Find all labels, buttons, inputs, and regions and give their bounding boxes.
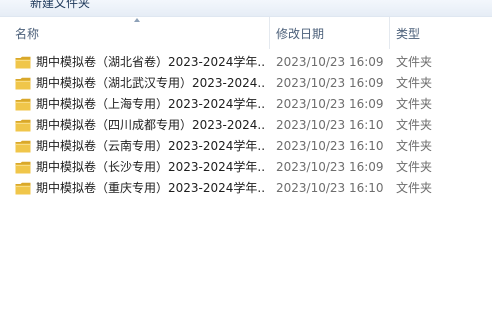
file-type: 文件夹 (396, 97, 433, 111)
file-name: 期中模拟卷（湖北省卷）2023-2024学年... (36, 55, 266, 69)
column-divider[interactable] (269, 17, 270, 49)
file-list: 期中模拟卷（湖北省卷）2023-2024学年... 2023/10/23 16:… (0, 52, 492, 199)
file-name: 期中模拟卷（重庆专用）2023-2024学年... (36, 181, 266, 195)
file-date: 2023/10/23 16:09 (276, 76, 384, 90)
sort-ascending-icon (134, 18, 140, 22)
file-name: 期中模拟卷（云南专用）2023-2024学年... (36, 139, 266, 153)
file-name: 期中模拟卷（湖北武汉专用）2023-2024... (36, 76, 266, 90)
folder-icon (15, 161, 31, 174)
file-name: 期中模拟卷（长沙专用）2023-2024学年... (36, 160, 266, 174)
file-type: 文件夹 (396, 118, 433, 132)
file-date: 2023/10/23 16:09 (276, 97, 384, 111)
file-row[interactable]: 期中模拟卷（湖北武汉专用）2023-2024... 2023/10/23 16:… (0, 73, 492, 94)
file-date: 2023/10/23 16:09 (276, 160, 384, 174)
folder-icon (15, 182, 31, 195)
file-name: 期中模拟卷（上海专用）2023-2024学年... (36, 97, 266, 111)
file-date: 2023/10/23 16:09 (276, 55, 384, 69)
column-header-type[interactable]: 类型 (396, 26, 420, 42)
column-divider[interactable] (389, 17, 390, 49)
file-row[interactable]: 期中模拟卷（湖北省卷）2023-2024学年... 2023/10/23 16:… (0, 52, 492, 73)
file-row[interactable]: 期中模拟卷（上海专用）2023-2024学年... 2023/10/23 16:… (0, 94, 492, 115)
column-header-name[interactable]: 名称 (15, 26, 39, 42)
file-row[interactable]: 期中模拟卷（四川成都专用）2023-2024... 2023/10/23 16:… (0, 115, 492, 136)
file-row[interactable]: 期中模拟卷（重庆专用）2023-2024学年... 2023/10/23 16:… (0, 178, 492, 199)
file-row[interactable]: 期中模拟卷（长沙专用）2023-2024学年... 2023/10/23 16:… (0, 157, 492, 178)
toolbar: 新建文件夹 (0, 0, 492, 17)
folder-icon (15, 56, 31, 69)
folder-icon (15, 98, 31, 111)
folder-icon (15, 140, 31, 153)
folder-icon (15, 119, 31, 132)
folder-icon (15, 77, 31, 90)
file-type: 文件夹 (396, 76, 433, 90)
file-type: 文件夹 (396, 139, 433, 153)
new-folder-button[interactable]: 新建文件夹 (30, 0, 90, 11)
file-date: 2023/10/23 16:10 (276, 181, 384, 195)
column-header-date[interactable]: 修改日期 (276, 26, 324, 42)
column-header: 名称 修改日期 类型 (0, 17, 492, 49)
file-date: 2023/10/23 16:10 (276, 139, 384, 153)
file-type: 文件夹 (396, 181, 433, 195)
file-row[interactable]: 期中模拟卷（云南专用）2023-2024学年... 2023/10/23 16:… (0, 136, 492, 157)
file-name: 期中模拟卷（四川成都专用）2023-2024... (36, 118, 266, 132)
file-date: 2023/10/23 16:10 (276, 118, 384, 132)
file-type: 文件夹 (396, 55, 433, 69)
file-type: 文件夹 (396, 160, 433, 174)
